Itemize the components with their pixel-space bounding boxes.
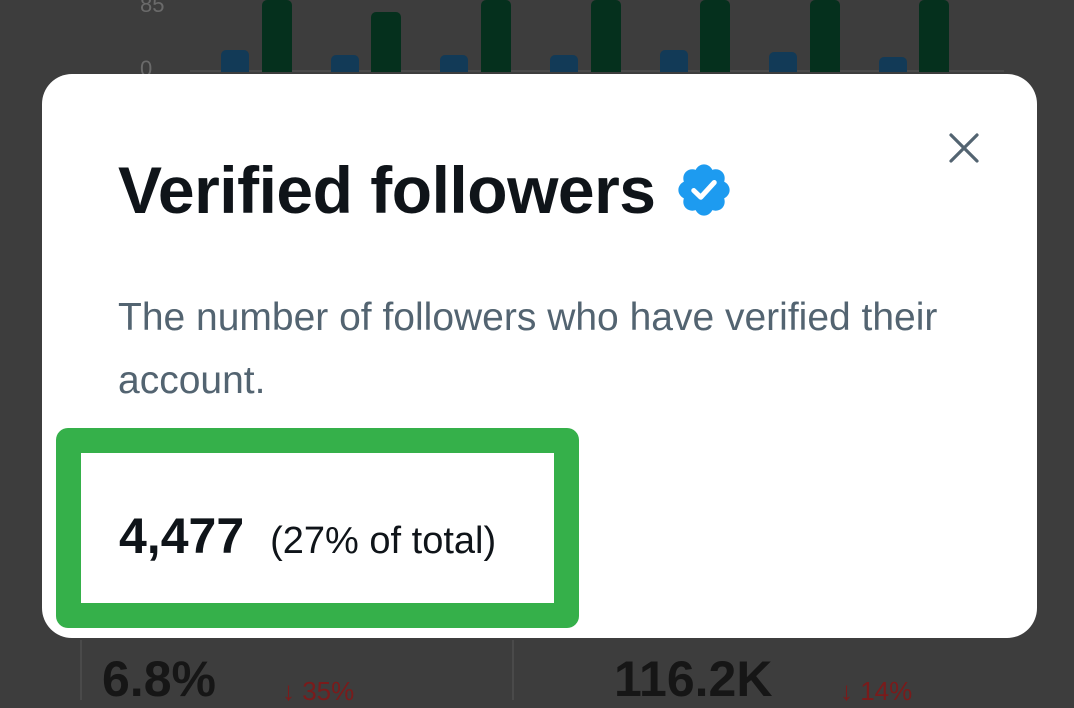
- chart-bar: [660, 50, 688, 72]
- chart-bar: [769, 52, 797, 72]
- divider: [512, 640, 514, 700]
- dialog-header: Verified followers: [118, 152, 734, 228]
- stat-row: 4,477 (27% of total): [119, 507, 496, 565]
- close-icon: [949, 133, 979, 163]
- chart-bar: [879, 57, 907, 72]
- chart-bar: [371, 12, 401, 72]
- chart-bar: [919, 0, 949, 72]
- chart-bar: [221, 50, 249, 72]
- chart-bar: [262, 0, 292, 72]
- close-button[interactable]: [942, 126, 986, 170]
- verified-followers-dialog: Verified followers The number of followe…: [42, 74, 1037, 638]
- background-stat-delta: ↓ 14%: [840, 676, 913, 706]
- verified-badge-icon: [677, 164, 730, 216]
- background-stat-delta: ↓ 35%: [282, 676, 355, 706]
- chart-bar: [700, 0, 730, 72]
- chart-bar: [591, 0, 621, 72]
- y-tick-label: 85: [140, 0, 165, 17]
- background-chart: 85 0: [0, 0, 1074, 81]
- verified-followers-count: 4,477: [119, 508, 245, 564]
- background-stat-value: 6.8%: [102, 651, 216, 707]
- background-stat-value: 116.2K: [614, 651, 773, 707]
- highlight-box: 4,477 (27% of total): [56, 428, 579, 628]
- chart-bar: [550, 55, 578, 72]
- chart-bar: [440, 55, 468, 72]
- divider: [80, 640, 82, 700]
- percent-of-total: (27% of total): [270, 520, 497, 562]
- chart-bar: [481, 0, 511, 72]
- chart-bar: [331, 55, 359, 72]
- dialog-title: Verified followers: [118, 153, 656, 227]
- chart-bar: [810, 0, 840, 72]
- dialog-description: The number of followers who have verifie…: [118, 296, 938, 402]
